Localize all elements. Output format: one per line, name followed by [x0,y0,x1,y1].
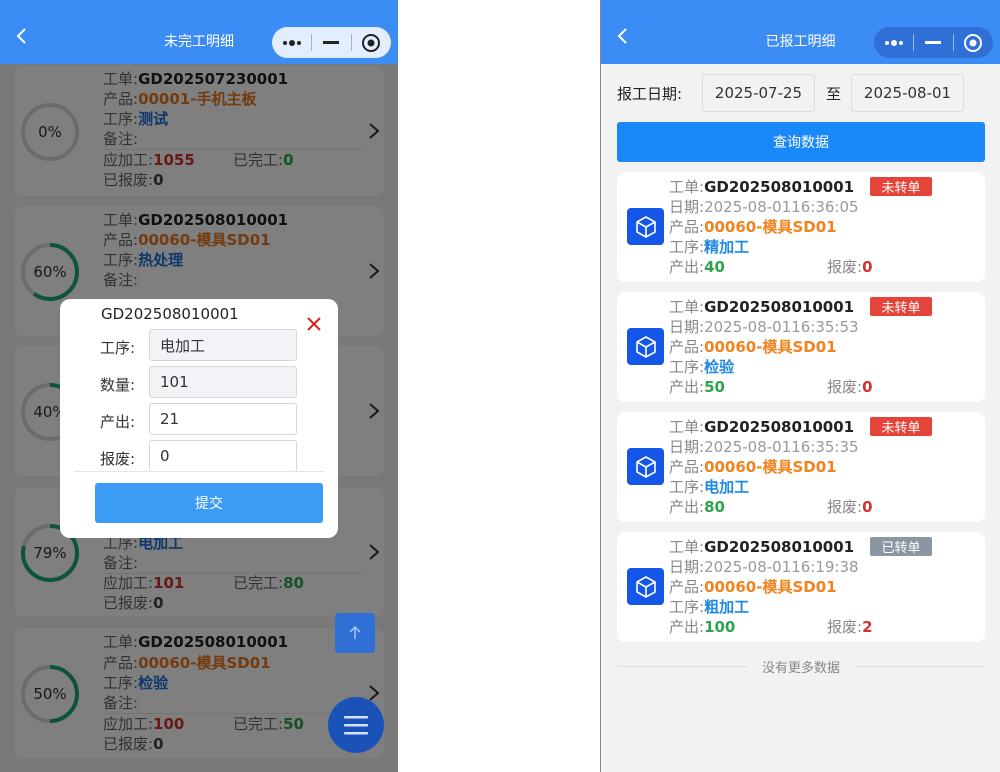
output-row: 产出:80 [669,498,725,516]
date-row: 日期:2025-08-0116:36:05 [669,198,859,216]
unfinished-screen: 未完工明细 0% 工单:GD202507230001 产品:00001-手机主板… [0,0,398,772]
product-row: 产品:00060-模具SD01 [669,458,837,476]
scrap-row: 报废:0 [827,498,873,516]
date-row: 日期:2025-08-0116:19:38 [669,558,859,576]
quantity-label: 数量: [100,376,136,394]
status-badge: 已转单 [870,537,932,556]
output-label: 产出: [100,413,136,431]
process-field[interactable] [149,329,297,361]
order-row: 工单:GD202508010001 [669,298,855,316]
scrap-row: 报废:0 [827,258,873,276]
reported-screen: 已报工明细 报工日期: 2025-07-25 至 2025-08-01 查询数据… [600,0,1000,772]
divider-line [617,665,748,667]
close-icon[interactable] [306,316,322,332]
nav-bar: 已报工明细 [601,0,1000,64]
quantity-field[interactable] [149,366,297,398]
output-row: 产出:100 [669,618,736,636]
report-record-card[interactable]: 工单:GD202508010001 已转单 日期:2025-08-0116:19… [617,532,985,642]
order-row: 工单:GD202508010001 [669,178,855,196]
process-row: 工序:粗加工 [669,598,750,616]
scrap-label: 报废: [100,450,136,468]
order-row: 工单:GD202508010001 [669,538,855,556]
submit-button[interactable]: 提交 [95,483,323,523]
report-record-card[interactable]: 工单:GD202508010001 未转单 日期:2025-08-0116:36… [617,172,985,282]
status-badge: 未转单 [870,297,932,316]
mini-program-capsule [272,27,391,58]
scrap-row: 报废:0 [827,378,873,396]
output-input[interactable] [149,403,297,435]
date-row: 日期:2025-08-0116:35:35 [669,438,859,456]
process-label: 工序: [100,339,136,357]
product-row: 产品:00060-模具SD01 [669,218,837,236]
no-more-text: 没有更多数据 [762,660,841,676]
mini-program-capsule [874,27,993,58]
scrap-row: 报废:2 [827,618,873,636]
product-row: 产品:00060-模具SD01 [669,338,837,356]
divider-line [854,665,986,667]
status-badge: 未转单 [870,417,932,436]
arrow-up-icon [349,625,361,639]
process-row: 工序:精加工 [669,238,750,256]
back-to-top-button[interactable] [335,613,375,653]
scrap-input[interactable] [149,440,297,472]
product-row: 产品:00060-模具SD01 [669,578,837,596]
date-filter-label: 报工日期: [617,85,683,103]
cube-icon [627,568,664,605]
start-date-picker[interactable]: 2025-07-25 [702,74,815,112]
end-date-picker[interactable]: 2025-08-01 [851,74,964,112]
hamburger-icon [344,716,368,735]
cube-icon [627,208,664,245]
minimize-icon[interactable] [914,27,953,58]
status-badge: 未转单 [870,177,932,196]
report-dialog: GD202508010001 工序: 数量: 产出: 报废: 提交 [60,299,338,538]
process-row: 工序:电加工 [669,478,750,496]
report-record-card[interactable]: 工单:GD202508010001 未转单 日期:2025-08-0116:35… [617,292,985,402]
dialog-title: GD202508010001 [101,305,239,323]
no-more-data: 没有更多数据 [617,657,986,676]
minimize-icon[interactable] [312,27,351,58]
close-target-icon[interactable] [954,27,993,58]
cube-icon [627,328,664,365]
date-range-separator: 至 [826,85,842,103]
more-dots-icon[interactable] [272,27,311,58]
date-row: 日期:2025-08-0116:35:53 [669,318,859,336]
output-row: 产出:50 [669,378,725,396]
close-target-icon[interactable] [352,27,391,58]
order-row: 工单:GD202508010001 [669,418,855,436]
process-row: 工序:检验 [669,358,735,376]
more-dots-icon[interactable] [874,27,913,58]
dialog-divider [74,471,324,472]
cube-icon [627,448,664,485]
report-record-card[interactable]: 工单:GD202508010001 未转单 日期:2025-08-0116:35… [617,412,985,522]
menu-fab-button[interactable] [328,697,384,753]
query-button[interactable]: 查询数据 [617,122,985,162]
nav-bar: 未完工明细 [0,0,398,64]
output-row: 产出:40 [669,258,725,276]
